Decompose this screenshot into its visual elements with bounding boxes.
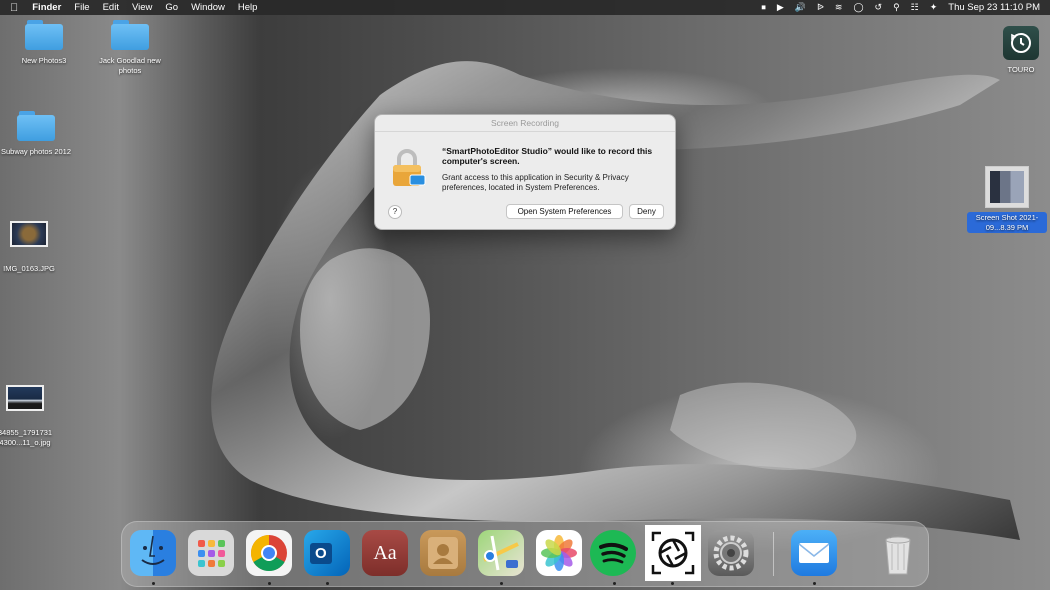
siri-icon[interactable]: ✦ [930, 2, 938, 13]
dock-outlook[interactable]: O [304, 530, 350, 576]
dock-trash[interactable] [875, 530, 921, 576]
dialog-title: Screen Recording [375, 115, 675, 132]
dock-separator [773, 532, 774, 576]
image-thumbnail [6, 385, 44, 411]
desktop-icon-label: 34855_1791731 4300...11_o.jpg [0, 428, 53, 447]
dialog-body: Grant access to this application in Secu… [442, 173, 629, 192]
open-system-preferences-button[interactable]: Open System Preferences [506, 204, 623, 219]
spotify-icon [599, 542, 628, 564]
screenshot-thumbnail [985, 166, 1029, 208]
launchpad-icon [198, 540, 225, 567]
outlook-icon: O [310, 542, 332, 564]
running-indicator [152, 582, 155, 585]
menu-app-finder[interactable]: Finder [32, 2, 61, 13]
dock-finder[interactable] [130, 530, 176, 576]
time-machine-icon[interactable]: ↺ [875, 2, 883, 13]
help-button[interactable]: ? [388, 205, 402, 219]
dock-contacts[interactable] [420, 530, 466, 576]
dock-spotify[interactable] [590, 530, 636, 576]
chrome-icon [250, 535, 287, 572]
camera-aperture-icon [651, 531, 695, 575]
volume-icon[interactable]: 🔊 [795, 2, 806, 13]
wifi-icon[interactable]: ≋ [835, 2, 843, 13]
stop-recording-icon[interactable]: ⏹ [761, 2, 766, 13]
contacts-icon [428, 537, 458, 569]
control-center-icon[interactable]: ☷ [911, 2, 919, 13]
running-indicator [326, 582, 329, 585]
screen-recording-dialog: Screen Recording “SmartPhotoEditor Studi… [374, 114, 676, 230]
desktop-folder-new-photos3[interactable]: New Photos3 [4, 20, 84, 66]
desktop-drive-touro[interactable]: TOURO [981, 26, 1050, 75]
menu-file[interactable]: File [74, 2, 89, 13]
desktop-file-34855[interactable]: 34855_1791731 4300...11_o.jpg [0, 385, 65, 447]
dock-maps[interactable] [478, 530, 524, 576]
running-indicator [500, 582, 503, 585]
running-indicator [268, 582, 271, 585]
dictionary-icon: Aa [373, 541, 397, 564]
desktop-icon-label: Subway photos 2012 [0, 147, 72, 156]
folder-icon [111, 20, 149, 50]
desktop-icon-label: Jack Goodlad new photos [99, 56, 161, 75]
running-indicator [671, 582, 674, 585]
bluetooth-icon[interactable]: ᐉ [817, 2, 824, 13]
dialog-headline: “SmartPhotoEditor Studio” would like to … [442, 146, 653, 166]
play-icon[interactable]: ▶ [777, 2, 784, 13]
user-icon[interactable]: ◯ [853, 2, 863, 13]
dock-dictionary[interactable]: Aa [362, 530, 408, 576]
dock-photos[interactable] [536, 530, 582, 576]
maps-icon [483, 535, 519, 571]
dock-mail[interactable] [791, 530, 837, 576]
desktop-icon-label: TOURO [1007, 65, 1035, 74]
folder-icon [25, 20, 63, 50]
menu-bar:  Finder File Edit View Go Window Help ⏹… [0, 0, 1050, 15]
desktop-icon-label: New Photos3 [21, 56, 67, 65]
gear-icon [713, 535, 749, 571]
dock-system-preferences[interactable] [708, 530, 754, 576]
menu-edit[interactable]: Edit [103, 2, 119, 13]
time-machine-drive-icon [1003, 26, 1039, 60]
deny-button[interactable]: Deny [629, 204, 664, 219]
wallpaper-sculpture [211, 61, 1020, 540]
folder-icon [17, 111, 55, 141]
dock-smartphotoeditor[interactable] [645, 525, 701, 581]
photos-icon [541, 535, 577, 571]
dock-chrome[interactable] [246, 530, 292, 576]
trash-icon [885, 532, 911, 575]
image-thumbnail [10, 221, 48, 247]
status-area: ⏹ ▶ 🔊 ᐉ ≋ ◯ ↺ ⚲ ☷ ✦ Thu Sep 23 11:10 PM [761, 0, 1040, 15]
desktop-icon-label: Screen Shot 2021-09...8.39 PM [967, 212, 1047, 233]
desktop-file-img-0163[interactable]: IMG_0163.JPG [0, 221, 69, 274]
lock-icon [391, 148, 427, 188]
menu-datetime[interactable]: Thu Sep 23 11:10 PM [948, 2, 1040, 13]
dock-launchpad[interactable] [188, 530, 234, 576]
mail-icon [798, 543, 830, 563]
desktop-folder-subway-photos[interactable]: Subway photos 2012 [0, 111, 76, 157]
menu-window[interactable]: Window [191, 2, 225, 13]
menu-go[interactable]: Go [165, 2, 178, 13]
search-icon[interactable]: ⚲ [893, 2, 900, 13]
running-indicator [613, 582, 616, 585]
running-indicator [813, 582, 816, 585]
desktop-file-screen-shot[interactable]: Screen Shot 2021-09...8.39 PM [967, 166, 1047, 233]
apple-logo-icon[interactable]:  [10, 2, 18, 14]
desktop-folder-jack-goodlad[interactable]: Jack Goodlad new photos [90, 20, 170, 75]
menu-help[interactable]: Help [238, 2, 258, 13]
dock: O Aa [121, 521, 929, 587]
menu-view[interactable]: View [132, 2, 152, 13]
desktop-icon-label: IMG_0163.JPG [3, 264, 55, 273]
finder-icon [141, 535, 165, 565]
